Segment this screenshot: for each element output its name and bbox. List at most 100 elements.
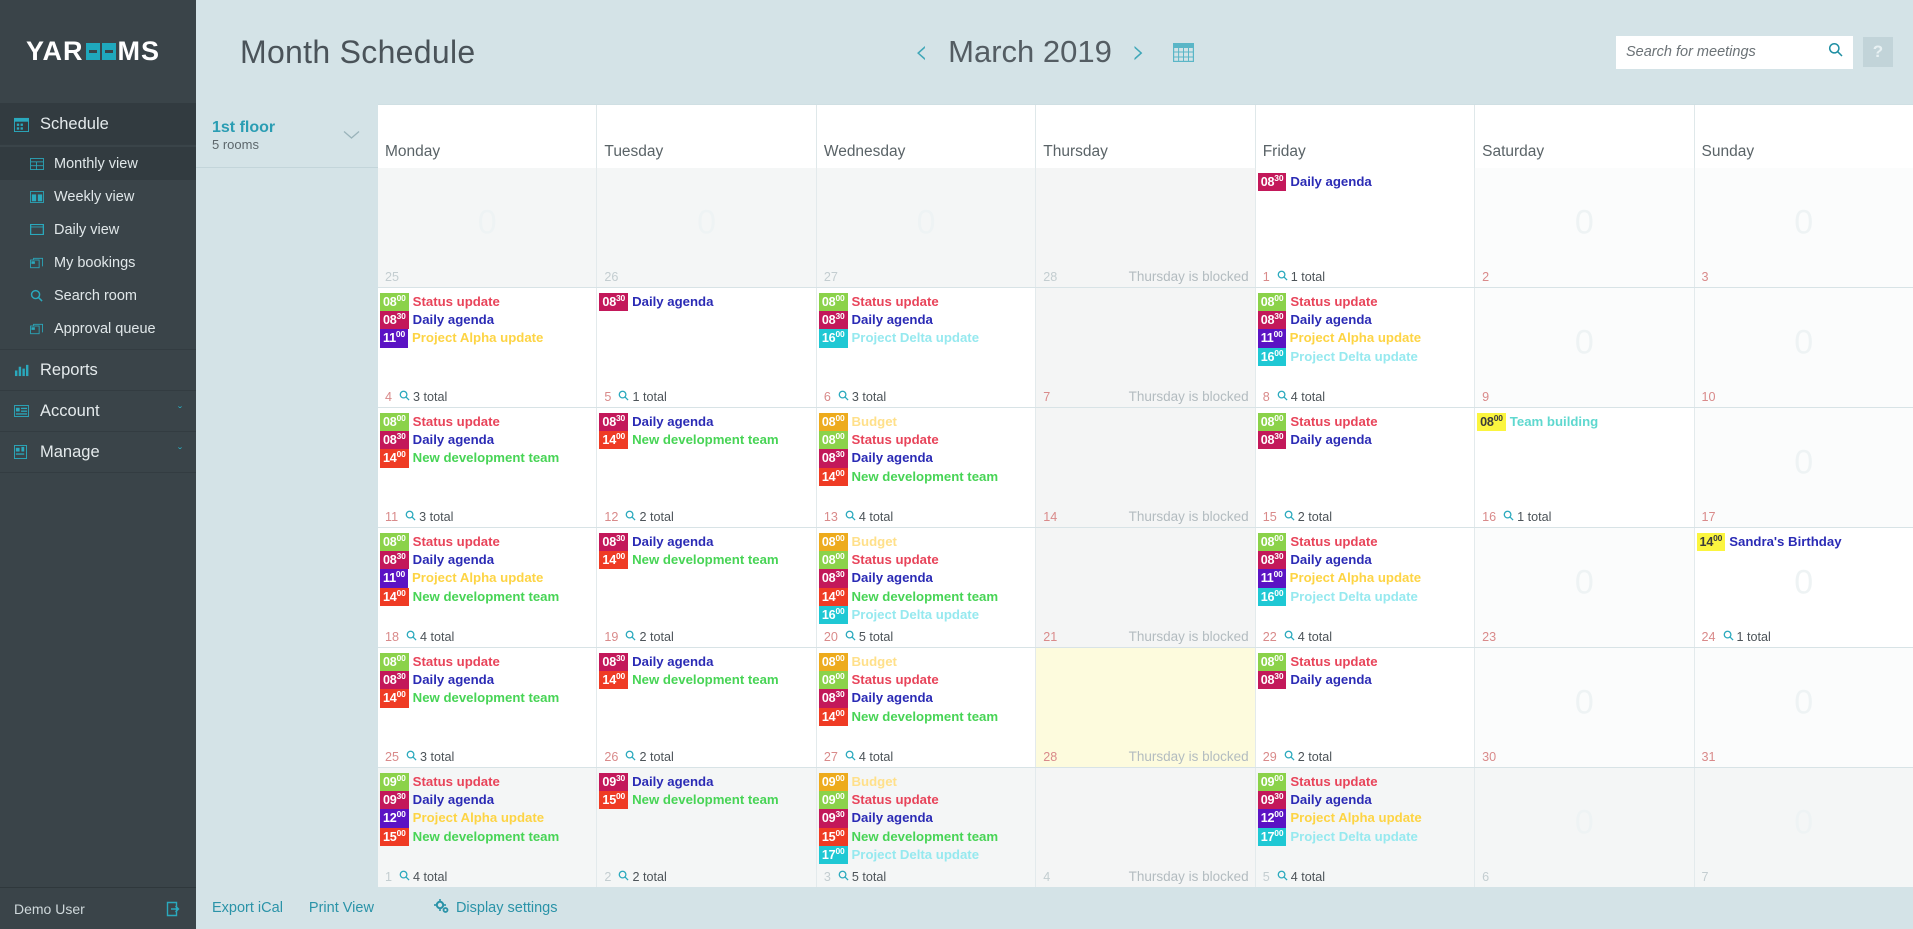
calendar-day-cell[interactable]: 03 (1695, 168, 1913, 287)
day-total-count[interactable]: 1 total (618, 390, 666, 404)
calendar-event[interactable]: 1400New development team (599, 551, 815, 569)
calendar-day-cell[interactable]: 09 (1475, 288, 1694, 407)
calendar-event[interactable]: 0800Status update (380, 413, 596, 431)
calendar-event[interactable]: 0800Status update (819, 671, 1035, 689)
day-total-count[interactable]: 1 total (1723, 630, 1771, 644)
display-settings-button[interactable]: Display settings (434, 899, 558, 918)
calendar-event[interactable]: 1400New development team (380, 689, 596, 707)
calendar-event[interactable]: 0800Status update (819, 293, 1035, 311)
day-total-count[interactable]: 3 total (405, 510, 453, 524)
calendar-event[interactable]: 0900Budget (819, 773, 1035, 791)
calendar-day-cell[interactable]: 025 (378, 168, 597, 287)
day-total-count[interactable]: 2 total (1284, 750, 1332, 764)
calendar-event[interactable]: 1400New development team (599, 431, 815, 449)
calendar-event[interactable]: 0830Daily agenda (1258, 671, 1474, 689)
calendar-event[interactable]: 1600Project Delta update (819, 606, 1035, 624)
calendar-event[interactable]: 0900Status update (380, 773, 596, 791)
day-total-count[interactable]: 4 total (1277, 390, 1325, 404)
calendar-event[interactable]: 0800Budget (819, 413, 1035, 431)
calendar-event[interactable]: 0930Daily agenda (599, 773, 815, 791)
calendar-day-cell[interactable]: 28Thursday is blocked (1036, 168, 1255, 287)
calendar-day-cell[interactable]: 0900Status update0930Daily agenda1200Pro… (378, 768, 597, 887)
calendar-event[interactable]: 0830Daily agenda (599, 293, 815, 311)
calendar-event[interactable]: 0830Daily agenda (1258, 311, 1474, 329)
calendar-day-cell[interactable]: 0800Status update0830Daily agenda1400New… (378, 648, 597, 767)
calendar-event[interactable]: 0830Daily agenda (380, 311, 596, 329)
floor-selector[interactable]: 1st floor 5 rooms (196, 104, 378, 168)
calendar-grid-icon[interactable] (1173, 43, 1194, 62)
calendar-day-cell[interactable]: 0800Status update0830Daily agenda1100Pro… (378, 528, 597, 647)
calendar-event[interactable]: 0830Daily agenda (599, 653, 815, 671)
calendar-event[interactable]: 0830Daily agenda (1258, 431, 1474, 449)
calendar-day-cell[interactable]: 0900Budget0900Status update0930Daily age… (817, 768, 1036, 887)
day-total-count[interactable]: 4 total (1284, 630, 1332, 644)
calendar-event[interactable]: 0800Team building (1477, 413, 1693, 431)
calendar-day-cell[interactable]: 28Thursday is blocked (1036, 648, 1255, 767)
calendar-event[interactable]: 0830Daily agenda (819, 311, 1035, 329)
day-total-count[interactable]: 4 total (406, 630, 454, 644)
day-total-count[interactable]: 4 total (845, 510, 893, 524)
calendar-day-cell[interactable]: 0800Team building161 total (1475, 408, 1694, 527)
calendar-event[interactable]: 1600Project Delta update (819, 329, 1035, 347)
calendar-event[interactable]: 1100Project Alpha update (1258, 569, 1474, 587)
calendar-event[interactable]: 1200Project Alpha update (380, 809, 596, 827)
calendar-day-cell[interactable]: 0800Status update0830Daily agenda1400New… (378, 408, 597, 527)
calendar-event[interactable]: 1100Project Alpha update (380, 569, 596, 587)
day-total-count[interactable]: 3 total (399, 390, 447, 404)
calendar-event[interactable]: 1500New development team (819, 828, 1035, 846)
calendar-event[interactable]: 1200Project Alpha update (1258, 809, 1474, 827)
search-box[interactable] (1616, 36, 1853, 69)
calendar-event[interactable]: 1600Project Delta update (1258, 588, 1474, 606)
calendar-event[interactable]: 0930Daily agenda (380, 791, 596, 809)
calendar-event[interactable]: 0930Daily agenda (819, 809, 1035, 827)
calendar-event[interactable]: 0830Daily agenda (819, 449, 1035, 467)
calendar-day-cell[interactable]: 0800Status update0830Daily agenda1100Pro… (378, 288, 597, 407)
calendar-day-cell[interactable]: 027 (817, 168, 1036, 287)
calendar-event[interactable]: 0800Status update (819, 551, 1035, 569)
calendar-day-cell[interactable]: 0830Daily agenda11 total (1256, 168, 1475, 287)
calendar-event[interactable]: 0800Status update (819, 431, 1035, 449)
sidebar-item-approval-queue[interactable]: Approval queue (0, 312, 196, 345)
day-total-count[interactable]: 5 total (845, 630, 893, 644)
sidebar-item-account[interactable]: Account ˇ (0, 391, 196, 432)
calendar-event[interactable]: 0800Status update (1258, 413, 1474, 431)
calendar-day-cell[interactable]: 026 (597, 168, 816, 287)
sidebar-item-schedule[interactable]: Schedule (0, 104, 196, 145)
calendar-day-cell[interactable]: 0800Budget0800Status update0830Daily age… (817, 648, 1036, 767)
calendar-day-cell[interactable]: 0830Daily agenda1400New development team… (597, 408, 816, 527)
calendar-event[interactable]: 1500New development team (380, 828, 596, 846)
sidebar-item-weekly-view[interactable]: Weekly view (0, 180, 196, 213)
sidebar-item-monthly-view[interactable]: Monthly view (0, 147, 196, 180)
calendar-day-cell[interactable]: 0800Status update0830Daily agenda1100Pro… (1256, 528, 1475, 647)
calendar-day-cell[interactable]: 0830Daily agenda1400New development team… (597, 528, 816, 647)
calendar-event[interactable]: 0830Daily agenda (819, 569, 1035, 587)
sidebar-item-manage[interactable]: Manage ˇ (0, 432, 196, 473)
calendar-day-cell[interactable]: 010 (1695, 288, 1913, 407)
search-icon[interactable] (1828, 42, 1843, 62)
calendar-event[interactable]: 1400New development team (380, 588, 596, 606)
calendar-day-cell[interactable]: 06 (1475, 768, 1694, 887)
calendar-event[interactable]: 1500New development team (599, 791, 815, 809)
prev-month-button[interactable]: ‹ (915, 35, 929, 69)
calendar-day-cell[interactable]: 0800Status update0830Daily agenda1100Pro… (1256, 288, 1475, 407)
next-month-button[interactable]: › (1132, 35, 1146, 69)
calendar-event[interactable]: 0800Status update (1258, 653, 1474, 671)
calendar-event[interactable]: 0800Status update (1258, 533, 1474, 551)
calendar-day-cell[interactable]: 21Thursday is blocked (1036, 528, 1255, 647)
calendar-day-cell[interactable]: 14Thursday is blocked (1036, 408, 1255, 527)
calendar-day-cell[interactable]: 030 (1475, 648, 1694, 767)
calendar-day-cell[interactable]: 0800Status update0830Daily agenda292 tot… (1256, 648, 1475, 767)
calendar-day-cell[interactable]: 0800Budget0800Status update0830Daily age… (817, 528, 1036, 647)
calendar-event[interactable]: 0830Daily agenda (380, 551, 596, 569)
calendar-event[interactable]: 0830Daily agenda (380, 431, 596, 449)
sidebar-item-search-room[interactable]: Search room (0, 279, 196, 312)
calendar-event[interactable]: 0930Daily agenda (1258, 791, 1474, 809)
calendar-day-cell[interactable]: 0830Daily agenda1400New development team… (597, 648, 816, 767)
help-button[interactable]: ? (1863, 37, 1893, 67)
calendar-day-cell[interactable]: 017 (1695, 408, 1913, 527)
sidebar-item-reports[interactable]: Reports (0, 350, 196, 391)
calendar-event[interactable]: 1700Project Delta update (1258, 828, 1474, 846)
calendar-event[interactable]: 1100Project Alpha update (380, 329, 596, 347)
export-ical-link[interactable]: Export iCal (212, 900, 283, 916)
calendar-day-cell[interactable]: 0930Daily agenda1500New development team… (597, 768, 816, 887)
